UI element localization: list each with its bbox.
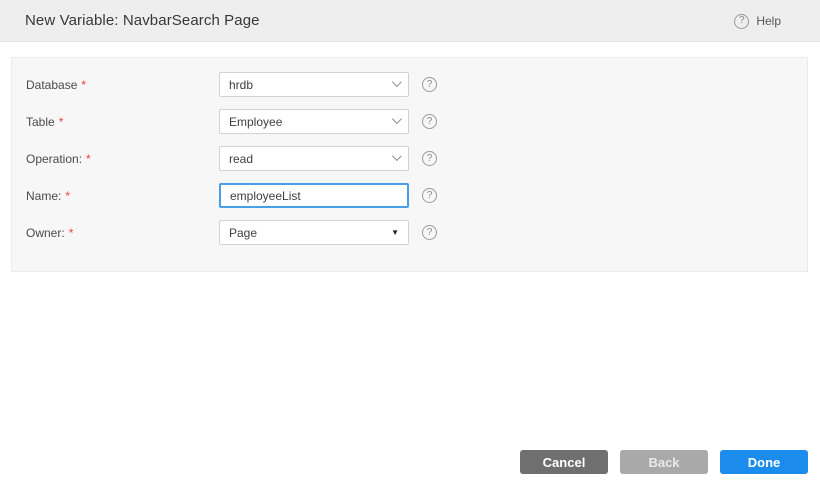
operation-label: Operation: <box>26 152 82 166</box>
help-label: Help <box>756 14 781 28</box>
database-label: Database <box>26 78 77 92</box>
owner-select[interactable]: Page ▼ <box>219 220 409 245</box>
name-input[interactable] <box>219 183 409 208</box>
database-help-icon[interactable]: ? <box>422 77 437 92</box>
help-circle-icon: ? <box>734 14 749 29</box>
operation-help-icon[interactable]: ? <box>422 151 437 166</box>
chevron-down-icon <box>392 77 402 87</box>
table-label-wrap: Table * <box>26 115 219 129</box>
required-asterisk: * <box>81 78 86 92</box>
required-asterisk: * <box>65 189 70 203</box>
owner-label-wrap: Owner: * <box>26 226 219 240</box>
required-asterisk: * <box>59 115 64 129</box>
field-row-table: Table * Employee ? <box>26 109 807 134</box>
field-row-owner: Owner: * Page ▼ ? <box>26 220 807 245</box>
form-panel: Database * hrdb ? Table * Employee ? Opera… <box>11 57 808 272</box>
table-dropdown-value: Employee <box>229 115 386 129</box>
owner-help-icon[interactable]: ? <box>422 225 437 240</box>
table-label: Table <box>26 115 55 129</box>
database-label-wrap: Database * <box>26 78 219 92</box>
page-title: New Variable: NavbarSearch Page <box>25 12 260 29</box>
name-label: Name: <box>26 189 61 203</box>
database-dropdown[interactable]: hrdb <box>219 72 409 97</box>
table-help-icon[interactable]: ? <box>422 114 437 129</box>
name-help-icon[interactable]: ? <box>422 188 437 203</box>
field-row-operation: Operation: * read ? <box>26 146 807 171</box>
help-button[interactable]: ? Help <box>734 0 781 42</box>
required-asterisk: * <box>69 226 74 240</box>
done-button[interactable]: Done <box>720 450 808 474</box>
field-row-name: Name: * ? <box>26 183 807 208</box>
name-label-wrap: Name: * <box>26 189 219 203</box>
cancel-button[interactable]: Cancel <box>520 450 608 474</box>
table-dropdown[interactable]: Employee <box>219 109 409 134</box>
dialog-header: New Variable: NavbarSearch Page ? Help <box>0 0 820 42</box>
back-button[interactable]: Back <box>620 450 708 474</box>
chevron-down-icon <box>392 114 402 124</box>
field-row-database: Database * hrdb ? <box>26 72 807 97</box>
select-arrow-icon: ▼ <box>391 228 399 237</box>
operation-label-wrap: Operation: * <box>26 152 219 166</box>
required-asterisk: * <box>86 152 91 166</box>
chevron-down-icon <box>392 151 402 161</box>
operation-dropdown-value: read <box>229 152 386 166</box>
database-dropdown-value: hrdb <box>229 78 386 92</box>
owner-select-value: Page <box>229 226 385 240</box>
dialog-footer: Cancel Back Done <box>520 450 808 474</box>
operation-dropdown[interactable]: read <box>219 146 409 171</box>
owner-label: Owner: <box>26 226 65 240</box>
